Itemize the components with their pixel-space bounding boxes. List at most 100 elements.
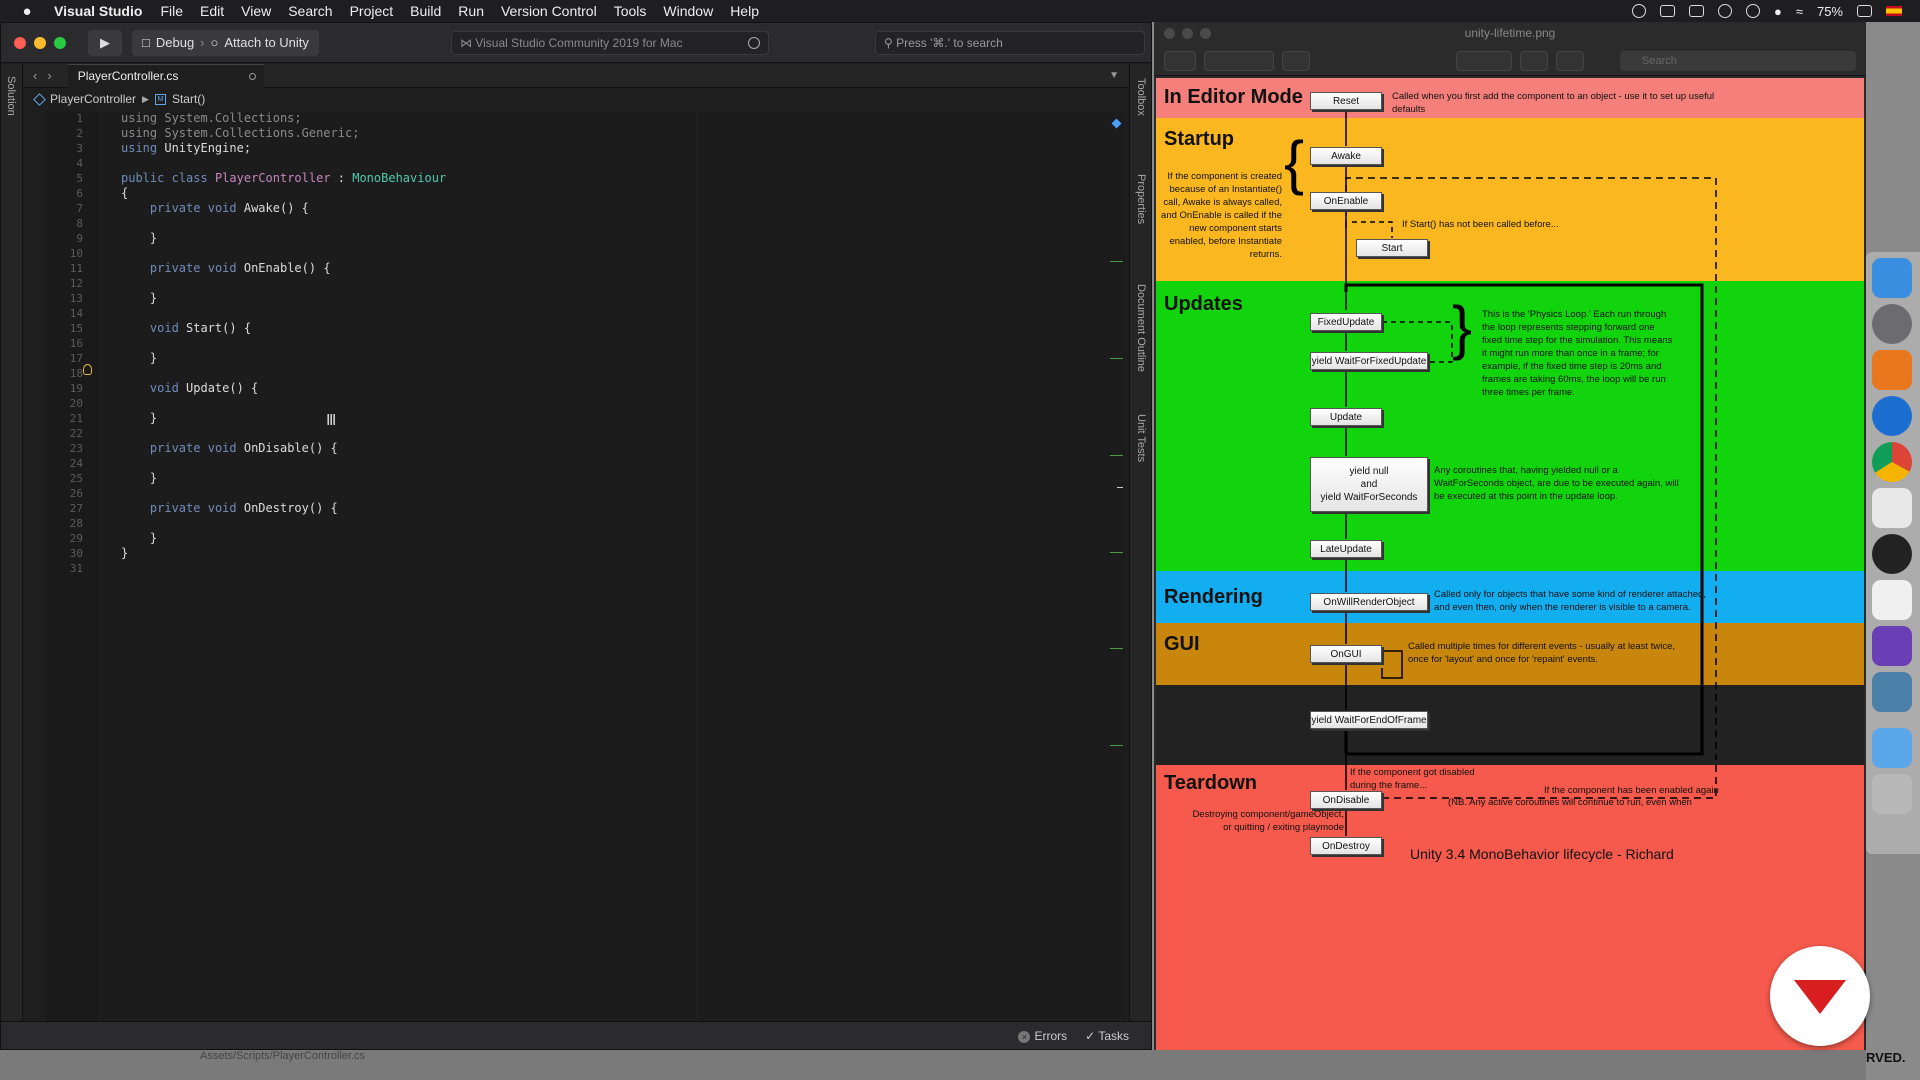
- tableplus-icon[interactable]: [1872, 396, 1912, 436]
- code-line[interactable]: [121, 486, 1125, 501]
- menu-window[interactable]: Window: [663, 3, 713, 19]
- close-tab-icon[interactable]: [248, 72, 256, 80]
- lock-icon[interactable]: [1520, 51, 1548, 71]
- code-line[interactable]: }: [121, 471, 1125, 486]
- apple-menu-icon[interactable]: ●: [16, 3, 38, 20]
- code-line[interactable]: public class PlayerController : MonoBeha…: [121, 171, 1125, 186]
- code-line[interactable]: [121, 561, 1125, 576]
- code-line[interactable]: [121, 516, 1125, 531]
- visual-studio-icon[interactable]: [1872, 626, 1912, 666]
- code-line[interactable]: void Start() {: [121, 321, 1125, 336]
- code-editor[interactable]: 1 2 3 4 5 6 7 8 9 10 11 12 13 14 15 16 17 18 19 20 21 22 23 24 2…: [45, 111, 1125, 1045]
- code-line[interactable]: }: [121, 531, 1125, 546]
- code-line[interactable]: private void OnDisable() {: [121, 441, 1125, 456]
- sidebar-toggle-icon[interactable]: [1164, 51, 1196, 71]
- status-indicator-icon[interactable]: [748, 37, 760, 49]
- send-icon[interactable]: [1659, 5, 1675, 17]
- forward-icon[interactable]: ›: [47, 68, 51, 83]
- annotate-icon[interactable]: [1556, 51, 1584, 71]
- code-line[interactable]: }: [121, 411, 1125, 426]
- code-line[interactable]: {: [121, 186, 1125, 201]
- menu-version-control[interactable]: Version Control: [501, 3, 597, 19]
- preview-search-input[interactable]: Search: [1620, 51, 1856, 71]
- menu-build[interactable]: Build: [410, 3, 441, 19]
- menu-view[interactable]: View: [241, 3, 271, 19]
- properties-pad-tab[interactable]: Properties: [1135, 174, 1147, 224]
- code-line[interactable]: [121, 336, 1125, 351]
- menu-run[interactable]: Run: [458, 3, 484, 19]
- markup-icon[interactable]: [1456, 51, 1512, 71]
- code-line[interactable]: using System.Collections.Generic;: [121, 126, 1125, 141]
- code-line[interactable]: [121, 456, 1125, 471]
- code-line[interactable]: [121, 306, 1125, 321]
- chrome-icon[interactable]: [1872, 442, 1912, 482]
- lightbulb-icon[interactable]: [83, 364, 92, 375]
- sublime-text-icon[interactable]: [1872, 350, 1912, 390]
- code-line[interactable]: [121, 396, 1125, 411]
- overview-ruler[interactable]: [1105, 111, 1125, 1045]
- menu-file[interactable]: File: [160, 3, 183, 19]
- tasks-button[interactable]: ✓ Tasks: [1085, 1029, 1129, 1043]
- errors-button[interactable]: × Errors: [1018, 1029, 1067, 1043]
- trash-icon[interactable]: [1872, 774, 1912, 814]
- code-line[interactable]: private void OnDestroy() {: [121, 501, 1125, 516]
- document-outline-pad-tab[interactable]: Document Outline: [1135, 284, 1147, 372]
- code-text[interactable]: using System.Collections; using System.Co…: [121, 111, 1125, 576]
- breadcrumb-class[interactable]: PlayerController: [50, 92, 136, 106]
- finder-icon[interactable]: [1872, 258, 1912, 298]
- back-icon[interactable]: ‹: [33, 68, 37, 83]
- code-line[interactable]: }: [121, 291, 1125, 306]
- unity-icon[interactable]: [1872, 580, 1912, 620]
- code-line[interactable]: private void OnEnable() {: [121, 261, 1125, 276]
- right-pad-bar: Toolbox Properties Document Outline Unit…: [1129, 64, 1151, 1021]
- preview-icon[interactable]: [1872, 672, 1912, 712]
- battery-icon[interactable]: [1857, 5, 1872, 17]
- display-icon[interactable]: [1688, 5, 1704, 17]
- zoom-buttons[interactable]: [1204, 51, 1274, 71]
- code-line[interactable]: using System.Collections;: [121, 111, 1125, 126]
- configuration-selector[interactable]: □ Debug › ○ Attach to Unity: [132, 29, 319, 56]
- toolbox-pad-tab[interactable]: Toolbox: [1135, 78, 1147, 116]
- wifi-icon[interactable]: ≈: [1796, 4, 1803, 19]
- run-button[interactable]: ▶: [88, 29, 122, 56]
- unit-tests-pad-tab[interactable]: Unit Tests: [1135, 414, 1147, 462]
- code-line[interactable]: }: [121, 351, 1125, 366]
- zoom-window-button[interactable]: [54, 36, 66, 49]
- solution-pad-tab[interactable]: Solution: [5, 76, 17, 116]
- breadcrumb-method[interactable]: Start(): [172, 92, 205, 106]
- input-source-flag-icon[interactable]: [1886, 6, 1902, 16]
- downloads-folder-icon[interactable]: [1872, 728, 1912, 768]
- bookmark-marker-icon: [1111, 118, 1122, 129]
- app-menu[interactable]: Visual Studio: [54, 3, 142, 19]
- code-line[interactable]: [121, 216, 1125, 231]
- node-fixedupdate: FixedUpdate: [1310, 313, 1382, 331]
- menu-tools[interactable]: Tools: [614, 3, 647, 19]
- time-machine-icon[interactable]: [1717, 4, 1732, 18]
- code-line[interactable]: [121, 276, 1125, 291]
- code-line[interactable]: [121, 366, 1125, 381]
- menu-edit[interactable]: Edit: [200, 3, 224, 19]
- launchpad-icon[interactable]: [1872, 304, 1912, 344]
- code-line[interactable]: [121, 426, 1125, 441]
- menu-help[interactable]: Help: [730, 3, 759, 19]
- global-search-input[interactable]: ⚲ Press '⌘.' to search: [875, 31, 1145, 55]
- code-line[interactable]: [121, 246, 1125, 261]
- tab-list-chevron-icon[interactable]: ▼: [1109, 70, 1119, 81]
- clock-icon[interactable]: [1745, 4, 1760, 18]
- unity-hub-icon[interactable]: [1872, 488, 1912, 528]
- code-line[interactable]: }: [121, 231, 1125, 246]
- close-window-button[interactable]: [14, 36, 26, 49]
- tab-playercontroller[interactable]: PlayerController.cs: [67, 63, 264, 88]
- code-line[interactable]: private void Awake() {: [121, 201, 1125, 216]
- menu-project[interactable]: Project: [350, 3, 394, 19]
- quicktime-icon[interactable]: [1872, 534, 1912, 574]
- minimize-window-button[interactable]: [34, 36, 46, 49]
- record-icon[interactable]: [1631, 4, 1646, 18]
- bluetooth-icon[interactable]: ●: [1774, 4, 1782, 19]
- share-icon[interactable]: [1282, 51, 1310, 71]
- code-line[interactable]: }: [121, 546, 1125, 561]
- menu-search[interactable]: Search: [288, 3, 332, 19]
- code-line[interactable]: void Update() {: [121, 381, 1125, 396]
- code-line[interactable]: [121, 156, 1125, 171]
- code-line[interactable]: using UnityEngine;: [121, 141, 1125, 156]
